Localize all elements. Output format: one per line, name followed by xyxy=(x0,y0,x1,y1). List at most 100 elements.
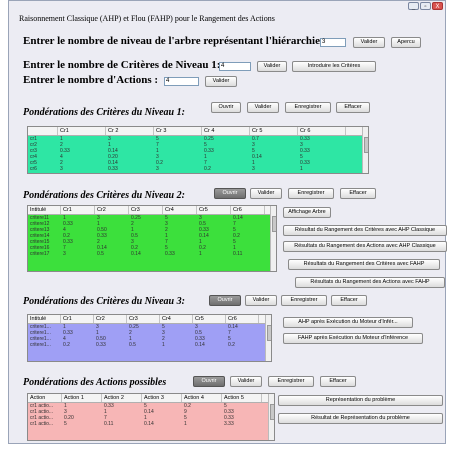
table-cell[interactable]: 0.11 xyxy=(231,251,265,257)
column-header[interactable]: Intitulé xyxy=(28,206,61,214)
scrollbar-thumb[interactable] xyxy=(270,404,274,420)
level2-save-button[interactable]: Enregistrer xyxy=(288,188,334,199)
scrollbar-thumb[interactable] xyxy=(272,216,276,232)
ahp-inference-button[interactable]: AHP après Exécution du Moteur d'Infér... xyxy=(283,317,413,328)
table-cell[interactable]: 3 xyxy=(250,166,298,172)
close-button[interactable]: X xyxy=(432,2,443,10)
column-header[interactable]: Action 4 xyxy=(182,394,222,402)
scrollbar-thumb[interactable] xyxy=(267,325,271,341)
hierarchy-input[interactable]: 3 xyxy=(320,38,346,47)
actions-save-button[interactable]: Enregistrer xyxy=(268,376,314,387)
table-cell[interactable]: 1 xyxy=(298,166,346,172)
column-header[interactable]: Cr1 xyxy=(61,206,95,214)
table-cell[interactable]: 0.33 xyxy=(94,342,127,348)
level2-clear-button[interactable]: Effacer xyxy=(340,188,376,199)
representation-result-button[interactable]: Résultat de Représentation du problème xyxy=(278,413,443,424)
level2-validate-button[interactable]: Valider xyxy=(250,188,282,199)
column-header[interactable]: Action 3 xyxy=(142,394,182,402)
table-cell[interactable]: 0.33 xyxy=(106,166,154,172)
column-header[interactable]: Cr2 xyxy=(95,206,129,214)
level1-save-button[interactable]: Enregistrer xyxy=(285,102,331,113)
ahp-criteria-result-button[interactable]: Résultat du Rangement des Critères avec … xyxy=(283,225,447,236)
column-header[interactable]: Cr 3 xyxy=(154,127,202,135)
column-header[interactable]: Cr 6 xyxy=(298,127,346,135)
table-cell[interactable]: cr1 actio... xyxy=(28,421,62,427)
fahp-inference-button[interactable]: FAHP après Exécution du Moteur d'Inféren… xyxy=(283,333,423,344)
column-header[interactable]: Cr6 xyxy=(231,206,265,214)
table-cell[interactable]: 3 xyxy=(58,166,106,172)
level1-validate-button[interactable]: Valider xyxy=(247,102,279,113)
show-tree-button[interactable]: Affichage Arbre xyxy=(283,207,331,218)
actions-table[interactable]: Action Action 1 Action 2 Action 3 Action 4 Ac… xyxy=(27,393,275,441)
minimize-button[interactable]: _ xyxy=(408,2,419,10)
fahp-actions-result-button[interactable]: Résultats du Rangement des Actions avec … xyxy=(295,277,445,288)
table-row[interactable]: critere17 3 0.5 0.14 0.33 1 0.11 xyxy=(28,251,276,257)
table-cell[interactable]: 1 xyxy=(197,251,231,257)
column-header[interactable]: Action 5 xyxy=(222,394,262,402)
actions-validate-button-2[interactable]: Valider xyxy=(230,376,262,387)
table-row[interactable]: cr6 3 0.33 3 0.2 3 1 xyxy=(28,166,368,172)
column-header[interactable]: Cr 2 xyxy=(106,127,154,135)
level1-table[interactable]: Cr1 Cr 2 Cr 3 Cr 4 Cr 5 Cr 6 cr1 1 3 5 0.25 0.7 0.33… xyxy=(27,126,369,174)
criteria-validate-button[interactable]: Valider xyxy=(257,61,287,72)
column-header[interactable]: Cr5 xyxy=(193,315,226,323)
column-header[interactable]: Cr 4 xyxy=(202,127,250,135)
column-header[interactable]: Action 2 xyxy=(102,394,142,402)
table-scrollbar[interactable] xyxy=(270,206,276,271)
table-cell[interactable]: critere17 xyxy=(28,251,61,257)
actions-count-input[interactable]: 4 xyxy=(164,77,199,86)
column-header[interactable]: Cr2 xyxy=(94,315,127,323)
criteria-count-input[interactable]: 4 xyxy=(219,62,251,71)
ahp-actions-result-button[interactable]: Résultats du Rangement des Actions avec … xyxy=(283,241,447,252)
table-cell[interactable]: critere1... xyxy=(28,342,61,348)
table-cell[interactable]: 0.2 xyxy=(61,342,94,348)
fahp-criteria-result-button[interactable]: Résultats du Rangement des Critères avec… xyxy=(288,259,440,270)
table-scrollbar[interactable] xyxy=(268,394,274,440)
column-header[interactable]: Action xyxy=(28,394,62,402)
table-cell[interactable]: 0.14 xyxy=(129,251,163,257)
introduce-criteria-button[interactable]: Introduire les Critères xyxy=(292,61,376,72)
column-header[interactable]: Cr 5 xyxy=(250,127,298,135)
level2-open-button[interactable]: Ouvrir xyxy=(214,188,246,199)
level1-open-button[interactable]: Ouvrir xyxy=(211,102,241,113)
column-header[interactable]: Cr3 xyxy=(129,206,163,214)
column-header[interactable]: Intitulé xyxy=(28,315,61,323)
table-cell[interactable]: 1 xyxy=(182,421,222,427)
table-row[interactable]: cr1 actio... 5 0.11 0.14 1 3.33 xyxy=(28,421,274,427)
level3-clear-button[interactable]: Effacer xyxy=(331,295,367,306)
column-header[interactable]: Cr3 xyxy=(127,315,160,323)
column-header[interactable]: Action 1 xyxy=(62,394,102,402)
table-row[interactable]: critere1... 0.2 0.33 0.5 1 0.14 0.2 xyxy=(28,342,271,348)
table-cell[interactable]: 0.2 xyxy=(202,166,250,172)
table-cell[interactable]: 0.11 xyxy=(102,421,142,427)
column-header[interactable]: Cr1 xyxy=(58,127,106,135)
column-header[interactable]: Cr6 xyxy=(226,315,259,323)
table-scrollbar[interactable] xyxy=(362,127,368,173)
actions-open-button[interactable]: Ouvrir xyxy=(193,376,225,387)
table-cell[interactable]: 0.14 xyxy=(193,342,226,348)
column-header[interactable]: Cr4 xyxy=(160,315,193,323)
table-cell[interactable]: 3.33 xyxy=(222,421,262,427)
table-cell[interactable]: cr6 xyxy=(28,166,58,172)
level1-clear-button[interactable]: Effacer xyxy=(336,102,370,113)
maximize-button[interactable]: ▫ xyxy=(420,2,431,10)
preview-button[interactable]: Apercu xyxy=(391,37,421,48)
level3-save-button[interactable]: Enregistrer xyxy=(281,295,327,306)
table-cell[interactable]: 0.5 xyxy=(95,251,129,257)
table-cell[interactable]: 1 xyxy=(160,342,193,348)
table-cell[interactable]: 0.14 xyxy=(142,421,182,427)
scrollbar-thumb[interactable] xyxy=(364,137,368,153)
table-cell[interactable]: 5 xyxy=(62,421,102,427)
column-header[interactable]: Cr1 xyxy=(61,315,94,323)
table-cell[interactable]: 0.2 xyxy=(226,342,259,348)
level2-table[interactable]: Intitulé Cr1 Cr2 Cr3 Cr4 Cr5 Cr6 critere11 1 3 0.2… xyxy=(27,205,277,272)
level3-table[interactable]: Intitulé Cr1 Cr2 Cr3 Cr4 Cr5 Cr6 critere1... 1 3 0… xyxy=(27,314,272,362)
actions-clear-button[interactable]: Effacer xyxy=(320,376,356,387)
table-scrollbar[interactable] xyxy=(265,315,271,361)
level3-open-button[interactable]: Ouvrir xyxy=(209,295,241,306)
column-header[interactable]: Cr4 xyxy=(163,206,197,214)
level3-validate-button[interactable]: Valider xyxy=(245,295,277,306)
column-header[interactable] xyxy=(28,127,58,135)
table-cell[interactable]: 0.5 xyxy=(127,342,160,348)
table-cell[interactable]: 3 xyxy=(61,251,95,257)
